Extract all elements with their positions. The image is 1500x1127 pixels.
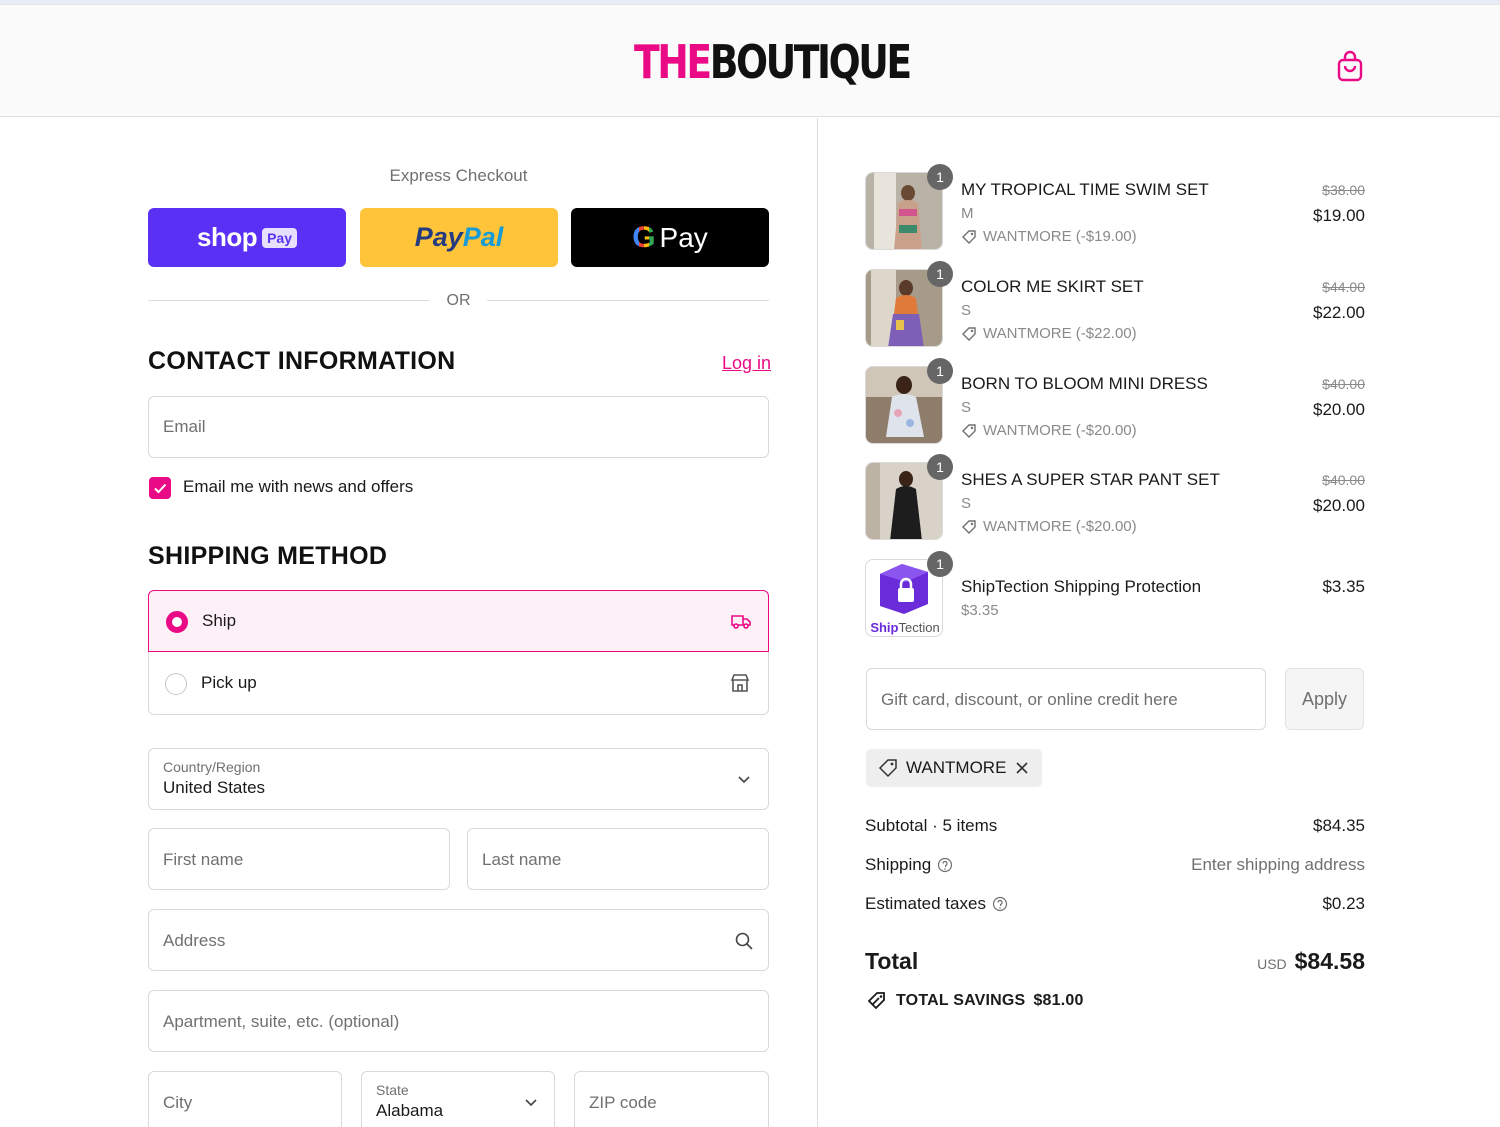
first-name-field[interactable]: First name	[148, 828, 450, 890]
paypal-button[interactable]: Pay Pal	[360, 208, 558, 267]
chevron-down-icon	[525, 1099, 537, 1107]
contact-section-title: CONTACT INFORMATION	[148, 347, 456, 375]
discount-code-field[interactable]: Gift card, discount, or online credit he…	[866, 668, 1266, 730]
close-icon[interactable]	[1014, 760, 1030, 776]
google-g-icon: G	[632, 220, 656, 254]
item-name: BORN TO BLOOM MINI DRESS	[961, 374, 1208, 393]
cart-item: 1 COLOR ME SKIRT SET S WANTMORE (-$22.00…	[865, 261, 1365, 349]
quantity-badge: 1	[927, 261, 953, 287]
item-variant: M	[961, 205, 974, 222]
item-original-price: $38.00	[1322, 182, 1365, 198]
delivery-truck-icon	[731, 615, 751, 629]
total-savings: TOTAL SAVINGS $81.00	[866, 990, 1084, 1012]
help-icon[interactable]	[937, 857, 953, 873]
item-variant: S	[961, 495, 972, 512]
cart-item: 1 MY TROPICAL TIME SWIM SET M WANTMORE (…	[865, 164, 1365, 252]
item-price: $3.35	[1322, 577, 1365, 596]
state-value: Alabama	[376, 1101, 444, 1120]
quantity-badge: 1	[927, 551, 953, 577]
tag-icon	[962, 423, 976, 438]
cart-item: 1 BORN TO BLOOM MINI DRESS S WANTMORE (-…	[865, 358, 1365, 446]
newsletter-label: Email me with news and offers	[183, 477, 414, 496]
tag-icon	[878, 759, 897, 778]
item-variant: $3.35	[961, 602, 999, 619]
pickup-radio[interactable]	[165, 673, 187, 695]
newsletter-checkbox[interactable]	[149, 477, 171, 499]
item-name: COLOR ME SKIRT SET	[961, 277, 1144, 296]
apartment-field[interactable]: Apartment, suite, etc. (optional)	[148, 990, 769, 1052]
store-icon	[730, 674, 750, 692]
country-label: Country/Region	[163, 759, 261, 775]
shipping-option-ship[interactable]: Ship	[148, 590, 769, 652]
item-discount: WANTMORE (-$22.00)	[961, 325, 1137, 342]
quantity-badge: 1	[927, 164, 953, 190]
city-field[interactable]: City	[148, 1071, 342, 1127]
country-select[interactable]: Country/Region United States	[148, 748, 769, 810]
quantity-badge: 1	[927, 454, 953, 480]
country-value: United States	[163, 778, 266, 797]
currency-code: USD	[1257, 956, 1287, 972]
item-price: $20.00	[1313, 400, 1365, 419]
item-discount: WANTMORE (-$19.00)	[961, 228, 1137, 245]
item-price: $19.00	[1313, 206, 1365, 225]
shipping-row: Shipping Enter shipping address	[865, 855, 1365, 874]
site-header: THEBOUTIQUE	[0, 4, 1500, 117]
zip-field[interactable]: ZIP code	[574, 1071, 769, 1127]
state-select[interactable]: State Alabama	[361, 1071, 555, 1127]
item-original-price: $40.00	[1322, 472, 1365, 488]
item-price: $20.00	[1313, 496, 1365, 515]
taxes-row: Estimated taxes $0.23	[865, 894, 1365, 913]
item-name: MY TROPICAL TIME SWIM SET	[961, 180, 1209, 199]
checkmark-icon	[154, 483, 167, 494]
ship-radio[interactable]	[166, 611, 188, 633]
tag-icon	[962, 229, 976, 244]
quantity-badge: 1	[927, 358, 953, 384]
shop-pay-button[interactable]: shop Pay	[148, 208, 346, 267]
help-icon[interactable]	[992, 896, 1008, 912]
item-variant: S	[961, 302, 972, 319]
express-checkout-label: Express Checkout	[389, 166, 528, 185]
state-label: State	[376, 1082, 409, 1098]
tags-icon	[867, 992, 885, 1010]
item-name: ShipTection Shipping Protection	[961, 577, 1202, 596]
item-discount: WANTMORE (-$20.00)	[961, 518, 1137, 535]
search-icon	[735, 932, 753, 950]
apply-button[interactable]: Apply	[1285, 668, 1364, 730]
tag-icon	[962, 326, 976, 341]
item-name: SHES A SUPER STAR PANT SET	[961, 470, 1220, 489]
item-price: $22.00	[1313, 303, 1365, 322]
google-pay-button[interactable]: G Pay	[571, 208, 769, 267]
shipping-method-title: SHIPPING METHOD	[148, 542, 388, 570]
email-field[interactable]: Email	[148, 396, 769, 458]
item-original-price: $44.00	[1322, 279, 1365, 295]
item-original-price: $40.00	[1322, 376, 1365, 392]
cart-item: ShipTection 1 ShipTection Shipping Prote…	[865, 551, 1365, 639]
store-logo[interactable]: THEBOUTIQUE	[634, 35, 912, 89]
shipping-option-pickup[interactable]: Pick up	[148, 653, 769, 715]
applied-discount-chip: WANTMORE	[866, 749, 1043, 787]
subtotal-row: Subtotal · 5 items $84.35	[865, 816, 1365, 835]
address-field[interactable]: Address	[148, 909, 769, 971]
total-amount: $84.58	[1294, 948, 1365, 974]
login-link[interactable]: Log in	[722, 353, 771, 374]
chevron-down-icon	[738, 776, 750, 784]
or-divider: OR	[148, 290, 769, 312]
last-name-field[interactable]: Last name	[467, 828, 769, 890]
tag-icon	[962, 519, 976, 534]
email-placeholder: Email	[163, 417, 206, 436]
item-variant: S	[961, 399, 972, 416]
total-row: Total USD $84.58	[865, 948, 1365, 974]
item-discount: WANTMORE (-$20.00)	[961, 422, 1137, 439]
cart-item: 1 SHES A SUPER STAR PANT SET S WANTMORE …	[865, 454, 1365, 542]
shopping-bag-icon[interactable]	[1335, 50, 1365, 84]
